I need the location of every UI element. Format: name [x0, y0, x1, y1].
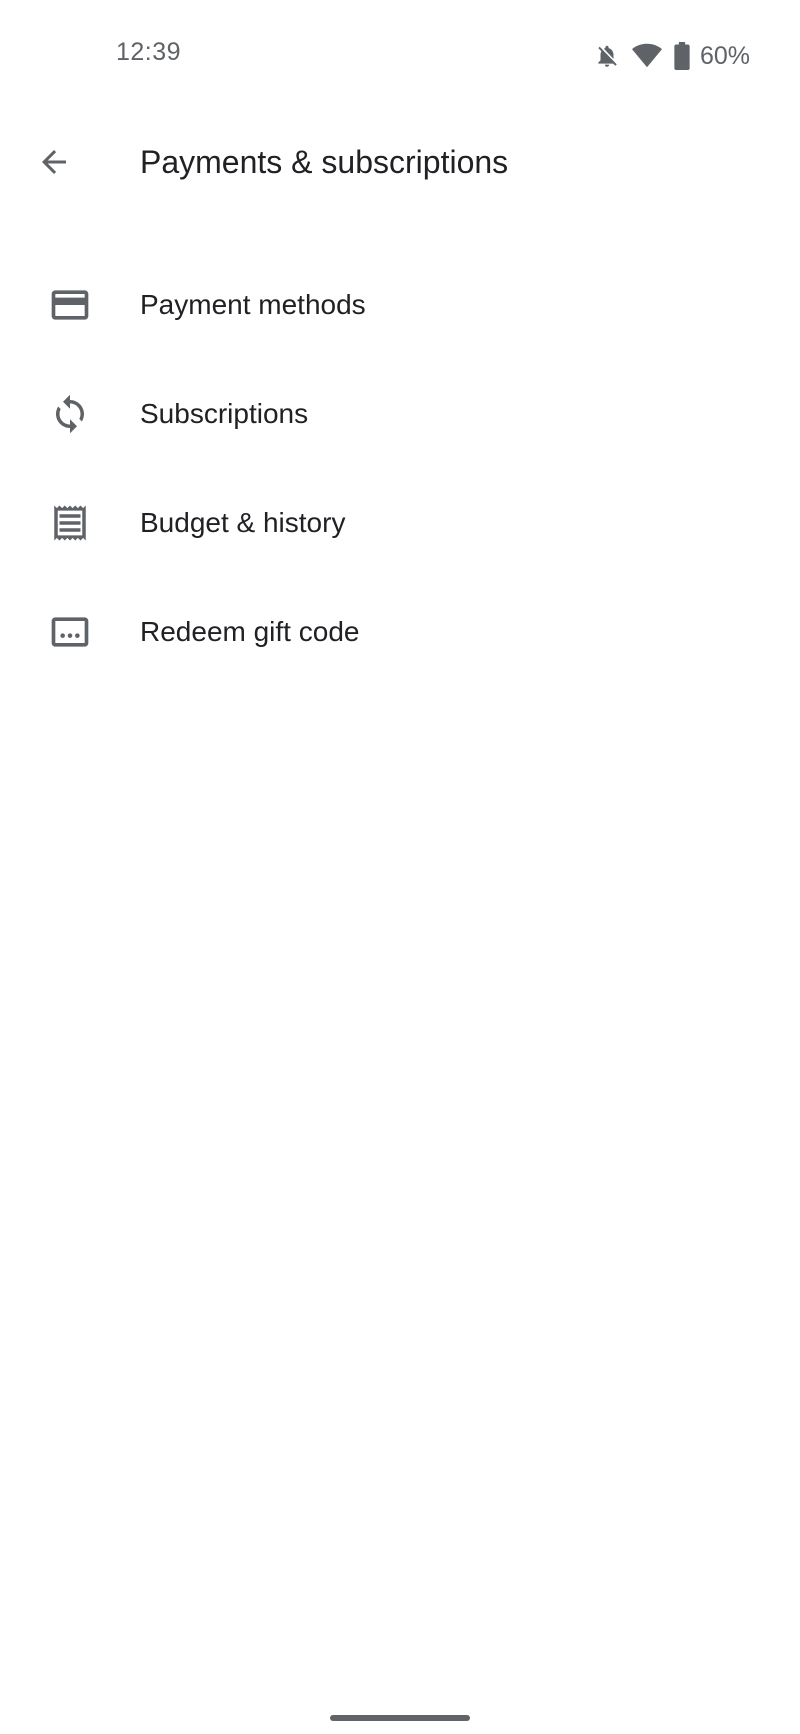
- receipt-icon: [46, 499, 94, 547]
- sync-icon: [46, 390, 94, 438]
- menu-item-budget-history[interactable]: Budget & history: [0, 468, 800, 577]
- battery-percent: 60%: [699, 41, 750, 70]
- menu-item-label: Subscriptions: [140, 397, 309, 429]
- menu-list: Payment methods Subscriptions Budget & h…: [0, 250, 800, 686]
- menu-item-label: Payment methods: [140, 288, 366, 320]
- status-icons: 60%: [594, 38, 750, 74]
- menu-item-subscriptions[interactable]: Subscriptions: [0, 359, 800, 468]
- wifi-icon: [631, 43, 662, 69]
- menu-item-payment-methods[interactable]: Payment methods: [0, 250, 800, 359]
- battery-icon: [674, 42, 690, 70]
- menu-item-label: Redeem gift code: [140, 615, 360, 647]
- menu-item-redeem-gift-code[interactable]: Redeem gift code: [0, 577, 800, 686]
- page-title: Payments & subscriptions: [140, 144, 509, 180]
- status-time: 12:39: [116, 38, 182, 66]
- back-button[interactable]: [28, 138, 80, 190]
- gesture-nav-handle[interactable]: [330, 1715, 470, 1721]
- status-bar: 12:39 60%: [0, 0, 800, 110]
- menu-item-label: Budget & history: [140, 506, 346, 538]
- credit-card-icon: [46, 281, 94, 329]
- arrow-back-icon: [36, 144, 72, 185]
- gift-code-icon: [46, 608, 94, 656]
- app-bar: Payments & subscriptions: [0, 120, 800, 208]
- notifications-off-icon: [594, 42, 620, 70]
